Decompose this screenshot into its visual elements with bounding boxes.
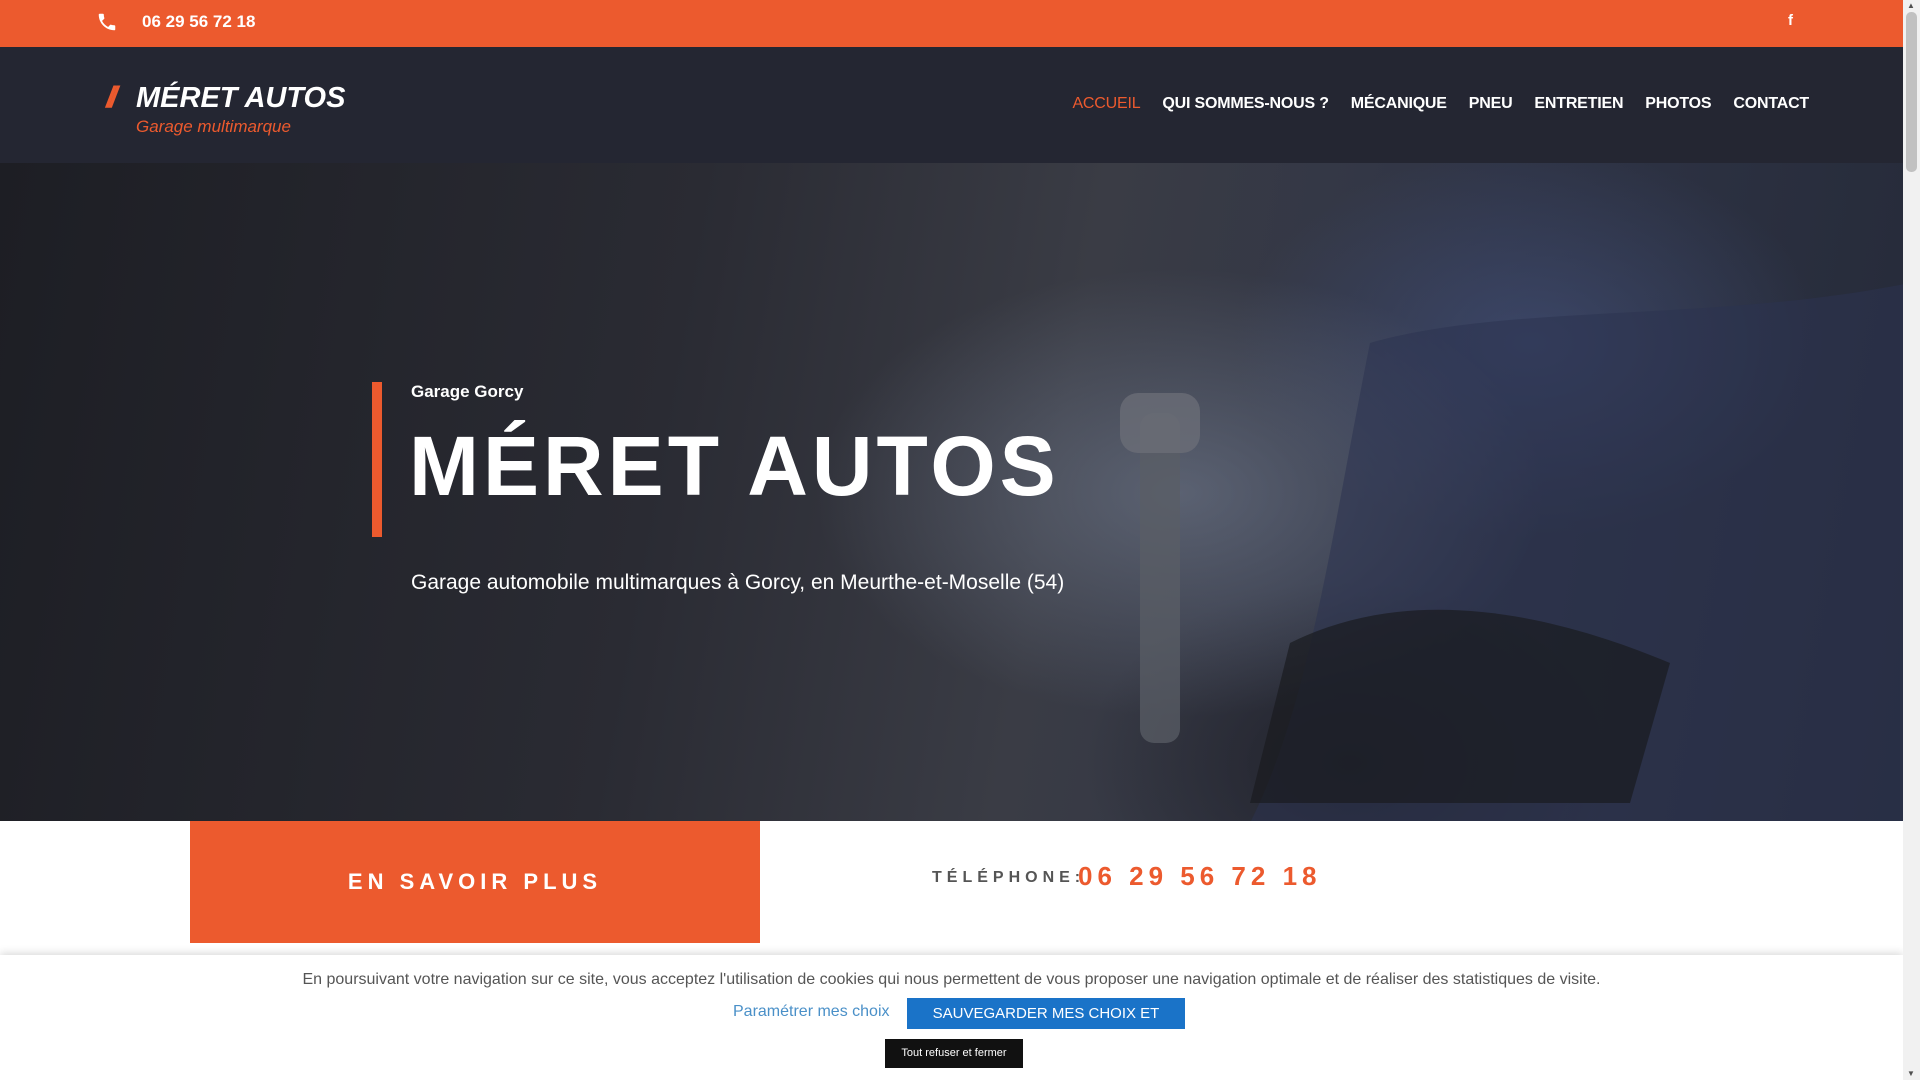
nav-item-contact[interactable]: CONTACT bbox=[1733, 95, 1809, 113]
logo-name: MÉRET AUTOS bbox=[136, 82, 346, 114]
logo-tagline: Garage multimarque bbox=[136, 117, 291, 136]
cookie-message: En poursuivant votre navigation sur ce s… bbox=[302, 971, 1601, 988]
hero-accent-bar bbox=[372, 382, 382, 537]
hero-kicker: Garage Gorcy bbox=[411, 382, 524, 401]
nav-item-mecanique[interactable]: MÉCANIQUE bbox=[1351, 95, 1447, 113]
phone-icon bbox=[98, 13, 116, 31]
en-savoir-plus-label: EN SAVOIR PLUS bbox=[347, 869, 603, 894]
topbar-phone-link[interactable]: 06 29 56 72 18 bbox=[142, 12, 255, 32]
scroll-down-arrow-icon[interactable]: ▼ bbox=[1907, 1069, 1915, 1078]
main-nav: ACCUEIL QUI SOMMES-NOUS ? MÉCANIQUE PNEU… bbox=[1072, 95, 1809, 113]
hero-subtitle: Garage automobile multimarques à Gorcy, … bbox=[411, 571, 1065, 594]
cookie-refuse-button[interactable]: Tout refuser et fermer bbox=[885, 1039, 1023, 1068]
nav-item-photos[interactable]: PHOTOS bbox=[1645, 95, 1711, 113]
top-bar: 06 29 56 72 18 f bbox=[0, 0, 1903, 47]
phone-number-link[interactable]: 06 29 56 72 18 bbox=[1078, 861, 1322, 892]
phone-panel: TÉLÉPHONE: 06 29 56 72 18 bbox=[760, 821, 1903, 943]
cookie-settings-link[interactable]: Paramétrer mes choix bbox=[733, 1003, 890, 1021]
facebook-icon[interactable]: f bbox=[1788, 12, 1793, 29]
phone-label: TÉLÉPHONE: bbox=[932, 869, 1086, 886]
hero-title: MÉRET AUTOS bbox=[409, 419, 1060, 513]
cookie-save-button[interactable]: SAUVEGARDER MES CHOIX ET FERMER bbox=[907, 998, 1185, 1053]
cookie-banner: En poursuivant votre navigation sur ce s… bbox=[0, 955, 1903, 1080]
nav-item-accueil[interactable]: ACCUEIL bbox=[1072, 95, 1140, 113]
hero-section: Garage Gorcy MÉRET AUTOS Garage automobi… bbox=[0, 163, 1903, 821]
page-scrollbar[interactable]: ▲ ▼ bbox=[1903, 0, 1920, 1080]
nav-item-pneu[interactable]: PNEU bbox=[1469, 95, 1513, 113]
nav-item-qui-sommes-nous[interactable]: QUI SOMMES-NOUS ? bbox=[1162, 95, 1329, 113]
wrench-graphic bbox=[1120, 393, 1200, 743]
site-header: // MÉRET AUTOS Garage multimarque ACCUEI… bbox=[0, 47, 1903, 163]
hero-background-image bbox=[1250, 284, 1903, 821]
en-savoir-plus-button[interactable]: EN SAVOIR PLUS bbox=[190, 821, 760, 943]
scroll-up-arrow-icon[interactable]: ▲ bbox=[1907, 1, 1915, 10]
scrollbar-thumb[interactable] bbox=[1906, 12, 1917, 172]
logo-slashes: // bbox=[106, 81, 117, 114]
nav-item-entretien[interactable]: ENTRETIEN bbox=[1534, 95, 1623, 113]
